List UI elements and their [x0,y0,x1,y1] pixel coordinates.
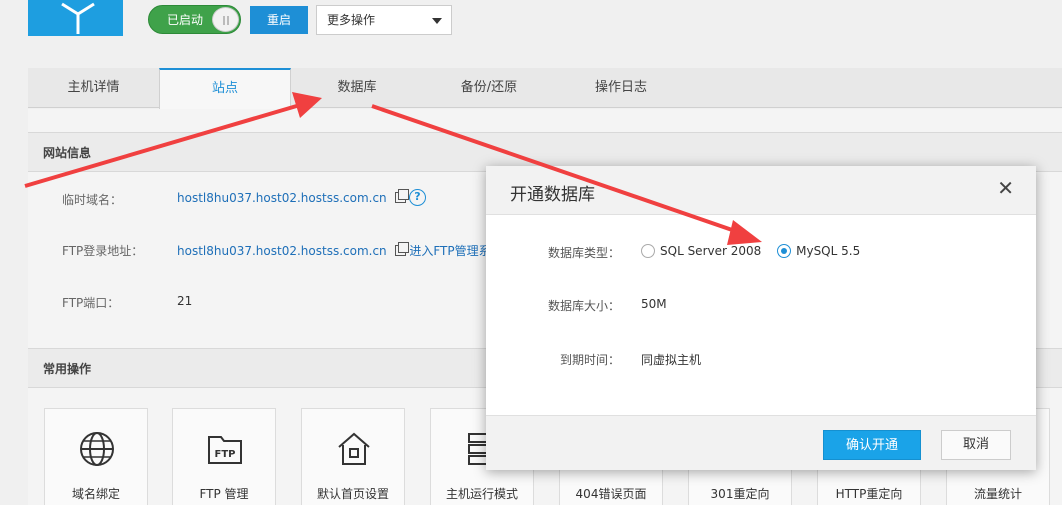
db-size-value: 50M [641,297,667,311]
radio-label-sqlserver: SQL Server 2008 [660,244,762,258]
close-icon[interactable]: ✕ [997,178,1014,198]
expire-label: 到期时间： [559,353,620,367]
radio-circle[interactable] [641,244,655,258]
radio-label-mysql: MySQL 5.5 [796,244,861,258]
dialog-title: 开通数据库 [510,185,595,205]
db-size-label: 数据库大小： [547,299,620,313]
dialog-header: 开通数据库 ✕ [486,166,1036,215]
db-type-radio-group: SQL Server 2008 MySQL 5.5 [641,244,860,258]
radio-circle-selected[interactable] [777,244,792,258]
open-database-dialog: 开通数据库 ✕ 数据库类型： SQL Server 2008 MySQL 5.5… [486,166,1036,470]
radio-mysql[interactable]: MySQL 5.5 [777,244,860,258]
confirm-open-button[interactable]: 确认开通 [823,430,921,460]
radio-sqlserver[interactable]: SQL Server 2008 [641,244,765,258]
expire-value: 同虚拟主机 [641,353,702,367]
cancel-button[interactable]: 取消 [941,430,1011,460]
dialog-footer: 确认开通 取消 [486,415,1036,470]
db-type-label: 数据库类型： [547,246,620,260]
